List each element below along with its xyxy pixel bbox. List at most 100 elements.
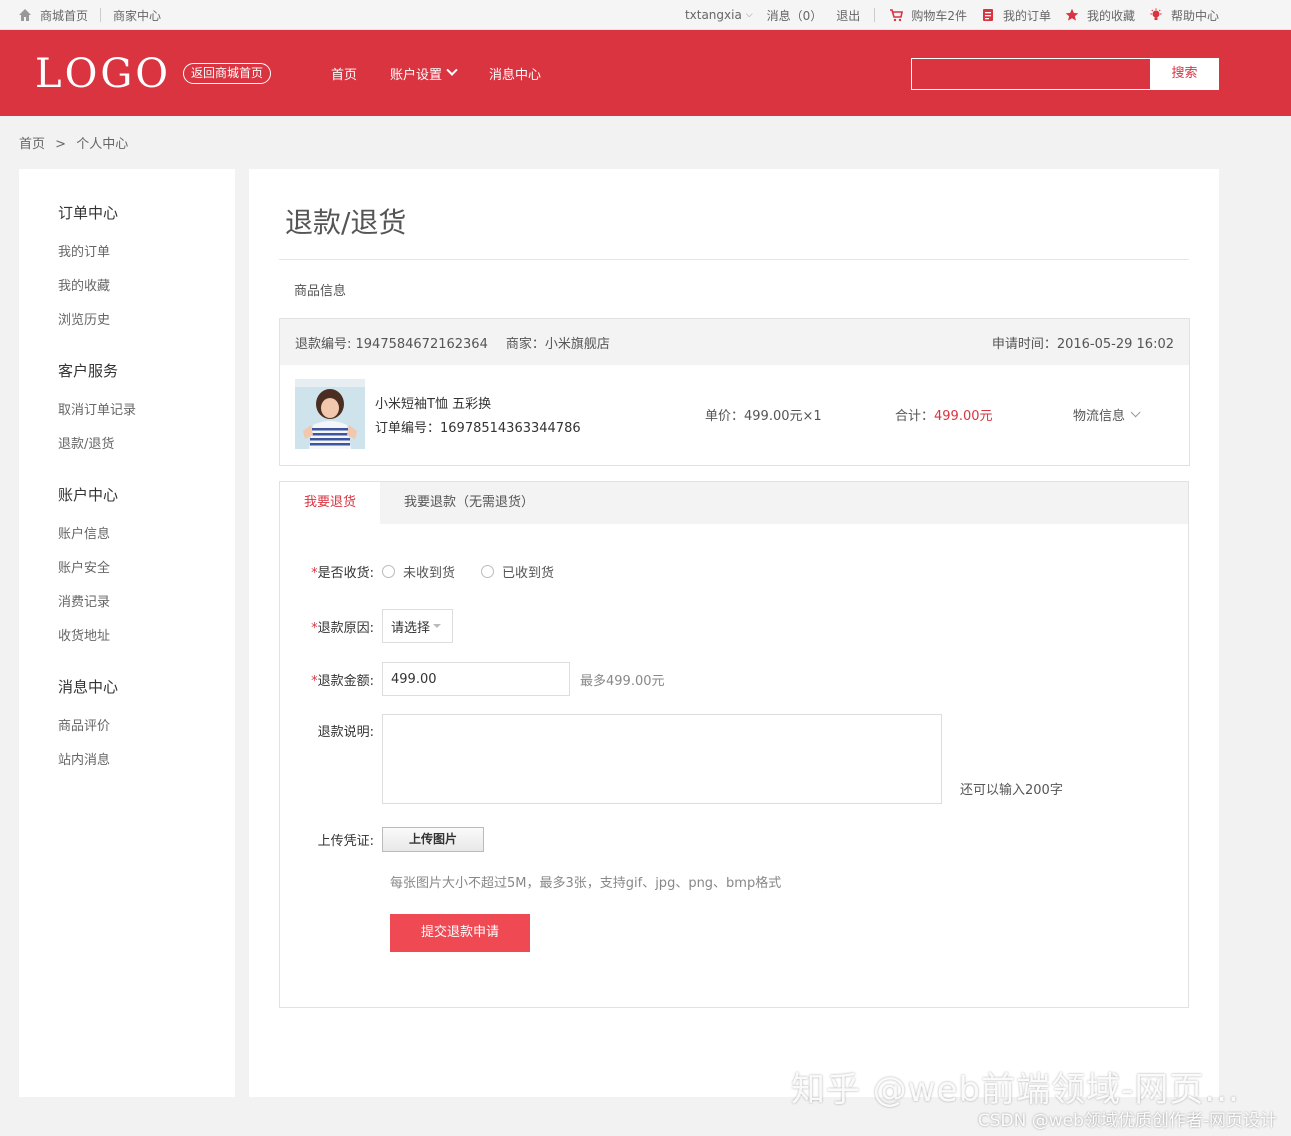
- total-value: 499.00元: [934, 409, 993, 424]
- sidebar-item-history[interactable]: 浏览历史: [58, 304, 118, 338]
- upload-label: 上传凭证:: [317, 834, 374, 849]
- amount-label: 退款金额:: [317, 673, 374, 689]
- merchant-center-link[interactable]: 商家中心: [113, 7, 161, 24]
- sidebar-item-address[interactable]: 收货地址: [58, 620, 118, 654]
- breadcrumb-current: 个人中心: [76, 137, 129, 152]
- sidebar-item-inbox[interactable]: 站内消息: [58, 744, 118, 778]
- sidebar-group-title: 消息中心: [58, 678, 119, 696]
- upload-image-button[interactable]: 上传图片: [382, 827, 484, 852]
- reason-label: 退款原因:: [317, 620, 374, 636]
- chevron-down-icon: [446, 64, 458, 76]
- description-row: 退款说明:: [280, 714, 942, 804]
- cart-icon: [890, 9, 904, 22]
- help-link[interactable]: 帮助中心: [1149, 7, 1219, 24]
- divider: [874, 8, 876, 22]
- sidebar-item-account-info[interactable]: 账户信息: [58, 518, 118, 552]
- search-input[interactable]: [911, 58, 1151, 90]
- description-label: 退款说明:: [317, 725, 374, 740]
- cart-link[interactable]: 购物车2件: [889, 7, 967, 24]
- header: LOGO 返回商城首页 首页 账户设置 消息中心 搜索: [0, 30, 1291, 116]
- reason-label-wrap: *退款原因:: [280, 617, 382, 636]
- radio-received[interactable]: [481, 565, 495, 578]
- nav-home[interactable]: 首页: [331, 64, 357, 83]
- messages-link[interactable]: 消息（0）: [767, 7, 823, 24]
- nav-message-center[interactable]: 消息中心: [489, 64, 541, 83]
- caret-down-icon: [433, 624, 442, 628]
- sidebar-group-account: 账户中心 账户信息 账户安全 消费记录 收货地址: [58, 484, 118, 654]
- sidebar-item-refunds[interactable]: 退款/退货: [58, 428, 136, 462]
- goods-row: 小米短袖T恤 五彩换 订单编号：16978514363344786 单价：499…: [280, 365, 1189, 465]
- cart-label: 购物车2件: [911, 8, 967, 23]
- breadcrumb-home[interactable]: 首页: [19, 137, 45, 152]
- sidebar-group-messages: 消息中心 商品评价 站内消息: [58, 676, 118, 778]
- tab-return-goods[interactable]: 我要退货: [280, 482, 381, 524]
- my-orders-label: 我的订单: [1002, 8, 1051, 23]
- home-icon: [19, 9, 31, 21]
- my-orders-link[interactable]: 我的订单: [981, 7, 1051, 24]
- star-icon: [1065, 8, 1079, 21]
- sidebar-item-cancelled-orders[interactable]: 取消订单记录: [58, 394, 136, 428]
- product-thumbnail[interactable]: [295, 379, 365, 449]
- main-panel: 退款/退货 商品信息 退款编号: 1947584672162364 商家：小米旗…: [249, 169, 1219, 1097]
- product-photo: [295, 379, 365, 449]
- apply-time: 申请时间：2016-05-29 16:02: [991, 336, 1174, 352]
- goods-info-card: 退款编号: 1947584672162364 商家：小米旗舰店 申请时间：201…: [279, 318, 1190, 466]
- chevron-down-icon: ⌵: [745, 10, 753, 20]
- sidebar-group-title: 客户服务: [58, 362, 119, 380]
- user-menu[interactable]: txtangxia ⌵: [685, 8, 753, 22]
- divider: [279, 259, 1189, 260]
- sidebar-group-title: 订单中心: [58, 204, 119, 222]
- page-title: 退款/退货: [285, 206, 407, 239]
- mall-home-link[interactable]: 商城首页: [40, 7, 88, 24]
- tab-bar: 我要退货 我要退款（无需退货）: [280, 482, 1188, 524]
- logistics-label: 物流信息: [1073, 409, 1126, 424]
- amount-label-wrap: *退款金额:: [280, 670, 382, 689]
- description-textarea[interactable]: [382, 714, 942, 804]
- nav-account-settings[interactable]: 账户设置: [390, 64, 458, 83]
- section-label: 商品信息: [294, 284, 347, 299]
- amount-hint: 最多499.00元: [580, 673, 665, 689]
- amount-input[interactable]: 499.00: [382, 662, 570, 696]
- sidebar-group-orders: 订单中心 我的订单 我的收藏 浏览历史: [58, 202, 118, 338]
- radio-not-received-label[interactable]: 未收到货: [403, 562, 455, 581]
- nav-account-settings-label: 账户设置: [390, 67, 443, 83]
- total-label: 合计：: [895, 409, 935, 424]
- reason-row: *退款原因: 请选择: [280, 609, 453, 643]
- reason-select[interactable]: 请选择: [382, 609, 453, 643]
- unit-price: 单价：499.00元×1: [705, 409, 822, 424]
- refund-form: 我要退货 我要退款（无需退货） *是否收货: 未收到货 已收到货 *退款原因: …: [279, 481, 1189, 1008]
- char-counter: 还可以输入200字: [960, 783, 1063, 798]
- upload-note: 每张图片大小不超过5M，最多3张，支持gif、jpg、png、bmp格式: [390, 876, 782, 891]
- sidebar-item-spending[interactable]: 消费记录: [58, 586, 118, 620]
- sidebar-item-favorites[interactable]: 我的收藏: [58, 270, 118, 304]
- received-label-wrap: *是否收货:: [280, 562, 382, 581]
- received-label: 是否收货:: [317, 566, 374, 581]
- top-bar: 商城首页 商家中心 txtangxia ⌵ 消息（0） 退出 购物车2件 我的订单…: [0, 0, 1291, 30]
- sidebar: 订单中心 我的订单 我的收藏 浏览历史 客户服务 取消订单记录 退款/退货 账户…: [19, 169, 235, 1097]
- sidebar-item-my-orders[interactable]: 我的订单: [58, 236, 118, 270]
- order-icon: [982, 9, 993, 21]
- tab-refund-only[interactable]: 我要退款（无需退货）: [380, 482, 558, 524]
- help-label: 帮助中心: [1170, 8, 1219, 23]
- product-name[interactable]: 小米短袖T恤 五彩换: [375, 393, 491, 412]
- order-number: 订单编号：16978514363344786: [375, 421, 581, 436]
- back-to-mall-button[interactable]: 返回商城首页: [183, 63, 272, 84]
- search-button[interactable]: 搜索: [1150, 58, 1219, 90]
- refund-number: 退款编号: 1947584672162364: [295, 336, 488, 352]
- radio-not-received[interactable]: [382, 565, 395, 578]
- sidebar-item-account-security[interactable]: 账户安全: [58, 552, 118, 586]
- site-logo[interactable]: LOGO: [35, 52, 171, 96]
- username: txtangxia: [684, 8, 742, 22]
- sidebar-item-reviews[interactable]: 商品评价: [58, 710, 118, 744]
- watermark-csdn: CSDN @web领域优质创作者-网页设计: [977, 1111, 1277, 1131]
- logout-link[interactable]: 退出: [836, 7, 860, 24]
- favorites-link[interactable]: 我的收藏: [1065, 7, 1135, 24]
- watermark: 知乎 @web前端领域-网页...: [791, 1070, 1240, 1110]
- amount-row: *退款金额: 499.00 最多499.00元: [280, 662, 665, 696]
- submit-refund-button[interactable]: 提交退款申请: [390, 914, 530, 952]
- reason-select-value: 请选择: [391, 620, 431, 636]
- chevron-down-icon: [1130, 407, 1141, 418]
- radio-received-label[interactable]: 已收到货: [502, 562, 554, 581]
- sidebar-group-service: 客户服务 取消订单记录 退款/退货: [58, 360, 136, 462]
- logistics-toggle[interactable]: 物流信息: [1073, 405, 1141, 424]
